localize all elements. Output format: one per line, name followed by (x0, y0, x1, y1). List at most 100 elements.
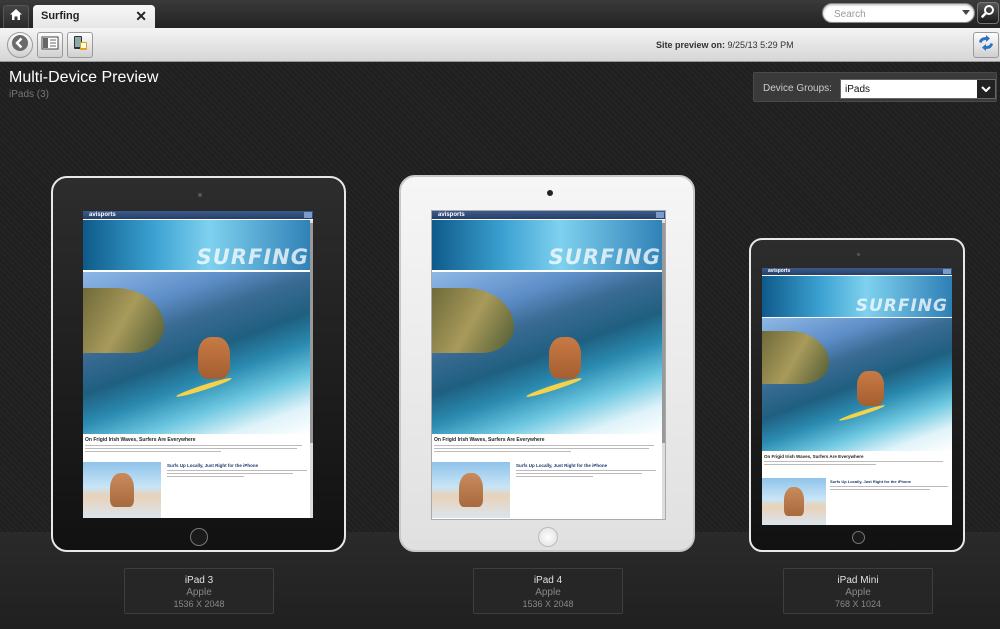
article-title: On Frigid Irish Waves, Surfers Are Every… (85, 437, 196, 443)
sync-arrows-icon (977, 34, 995, 56)
device-ipad-4[interactable]: avisports SURFING On Frigid Irish Waves,… (399, 175, 695, 552)
banner-text: SURFING (196, 245, 309, 269)
camera (198, 193, 202, 197)
page-title: Multi-Device Preview (9, 69, 159, 86)
article-title: On Frigid Irish Waves, Surfers Are Every… (434, 437, 545, 443)
site-menu-button[interactable] (656, 212, 664, 218)
device-resolution: 1536 X 2048 (522, 599, 574, 609)
site-preview-label: Site preview on: (656, 40, 726, 50)
text-line (167, 476, 244, 477)
device-label-ipad-mini[interactable]: iPad Mini Apple 768 X 1024 (783, 568, 933, 614)
text-line (830, 486, 948, 487)
text-line (516, 473, 642, 474)
back-button[interactable] (7, 32, 33, 58)
site-menu-button[interactable] (943, 269, 951, 274)
article-thumbnail (762, 478, 826, 525)
search-icon (981, 4, 995, 23)
search-box[interactable] (822, 3, 975, 23)
article-thumbnail (83, 462, 161, 518)
text-line (85, 448, 298, 449)
text-line (830, 489, 931, 490)
article: On Frigid Irish Waves, Surfers Are Every… (85, 437, 311, 452)
close-icon[interactable]: ✕ (135, 8, 147, 24)
device-maker: Apple (186, 587, 212, 598)
surfboard (525, 376, 583, 400)
device-groups-value: iPads (845, 84, 871, 95)
site-logo: avisports (768, 268, 791, 274)
tab-surfing[interactable]: Surfing ✕ (33, 5, 155, 28)
site-hero-photo (83, 272, 313, 434)
banner-text: SURFING (855, 296, 948, 316)
home-icon (9, 8, 23, 26)
device-groups-panel: Device Groups: iPads (753, 72, 997, 102)
text-line (764, 464, 876, 465)
chevron-down-icon[interactable] (962, 10, 970, 15)
camera (857, 253, 860, 256)
page-subtitle: iPads (3) (9, 89, 50, 100)
site-preview-timestamp: 9/25/13 5:29 PM (727, 40, 794, 50)
device-screen[interactable]: avisports SURFING On Frigid Irish Waves,… (762, 268, 952, 525)
person (110, 473, 134, 507)
device-screen[interactable]: avisports SURFING On Frigid Irish Waves,… (431, 210, 666, 520)
side-article-title: Surfs Up Locally, Just Right for the iPh… (516, 463, 608, 468)
surfer (198, 336, 231, 379)
device-groups-label: Device Groups: (763, 83, 832, 94)
camera (547, 190, 553, 196)
search-input[interactable] (832, 6, 961, 22)
site-logo: avisports (89, 212, 116, 218)
site-header: avisports (762, 268, 952, 275)
person (784, 487, 804, 516)
site-banner: SURFING (762, 276, 952, 317)
site-header: avisports (83, 211, 313, 219)
sync-button[interactable] (973, 32, 999, 58)
side-article: Surfs Up Locally, Just Right for the iPh… (167, 463, 307, 477)
device-label-ipad-4[interactable]: iPad 4 Apple 1536 X 2048 (473, 568, 623, 614)
home-button-hw (852, 531, 865, 544)
site-banner: SURFING (83, 220, 313, 270)
article: On Frigid Irish Waves, Surfers Are Every… (434, 437, 663, 452)
scrollbar-thumb[interactable] (310, 223, 313, 443)
device-preview-button[interactable] (67, 32, 93, 58)
side-article-title: Surfs Up Locally, Just Right for the iPh… (830, 479, 912, 484)
rock (762, 331, 829, 385)
device-groups-select[interactable]: iPads (840, 79, 996, 99)
site-menu-button[interactable] (304, 212, 312, 218)
layout-button[interactable] (37, 32, 63, 58)
site-hero-photo (432, 272, 665, 434)
text-line (434, 451, 572, 452)
device-ipad-mini[interactable]: avisports SURFING On Frigid Irish Waves,… (749, 238, 965, 552)
text-line (764, 461, 943, 462)
device-screen[interactable]: avisports SURFING On Frigid Irish Waves,… (83, 211, 313, 518)
text-line (167, 470, 307, 471)
article-thumbnail (432, 462, 510, 518)
home-button-hw (538, 527, 558, 547)
surfboard (175, 376, 232, 400)
scrollbar-thumb[interactable] (662, 223, 665, 443)
site-banner: SURFING (432, 220, 665, 270)
device-label-ipad-3[interactable]: iPad 3 Apple 1536 X 2048 (124, 568, 274, 614)
tab-bar: Surfing ✕ (0, 0, 1000, 28)
text-line (516, 476, 593, 477)
home-button[interactable] (3, 5, 29, 28)
text-line (516, 470, 656, 471)
device-ipad-3[interactable]: avisports SURFING On Frigid Irish Waves,… (51, 176, 346, 552)
site-preview-info: Site preview on: 9/25/13 5:29 PM (656, 40, 794, 50)
device-preview-icon (71, 34, 89, 57)
device-resolution: 768 X 1024 (834, 599, 882, 609)
device-maker: Apple (535, 587, 561, 598)
site-header: avisports (432, 211, 665, 219)
toolbar: Site preview on: 9/25/13 5:29 PM (0, 28, 1000, 62)
rock (83, 288, 164, 353)
surfboard (838, 403, 885, 423)
article-title: On Frigid Irish Waves, Surfers Are Every… (764, 454, 864, 459)
rock (432, 288, 514, 353)
device-name: iPad 3 (184, 575, 214, 586)
text-line (167, 473, 293, 474)
side-article-title: Surfs Up Locally, Just Right for the iPh… (167, 463, 259, 468)
search-button[interactable] (977, 2, 999, 24)
surfer (548, 336, 582, 379)
article: On Frigid Irish Waves, Surfers Are Every… (764, 454, 950, 465)
chevron-down-icon[interactable] (977, 80, 995, 98)
side-article: Surfs Up Locally, Just Right for the iPh… (830, 479, 948, 490)
device-name: iPad 4 (533, 575, 563, 586)
